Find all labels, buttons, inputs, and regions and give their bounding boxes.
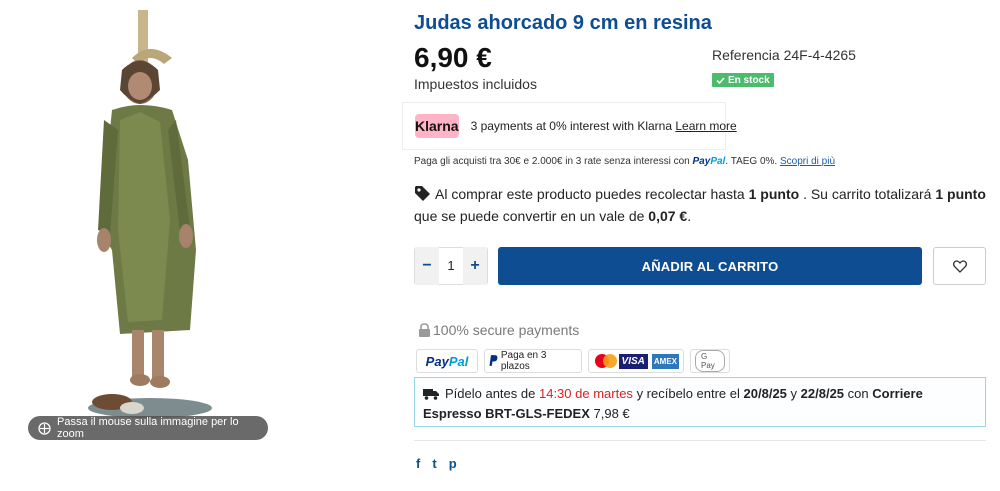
lock-icon <box>419 323 430 337</box>
klarna-message: 3 payments at 0% interest with Klarna Le… <box>471 119 737 133</box>
paypal-installments-text: Paga gli acquisti tra 30€ e 2.000€ in 3 … <box>414 156 690 167</box>
delivery-date-2: 22/8/25 <box>800 386 845 401</box>
stock-badge: En stock <box>712 73 774 87</box>
product-image-area[interactable]: Passa il mouse sulla immagine per lo zoo… <box>0 0 300 491</box>
paypal-installments-message: Paga gli acquisti tra 30€ e 2.000€ in 3 … <box>414 156 835 167</box>
card-methods: VISA AMEX <box>588 349 684 373</box>
delivery-and: y <box>790 386 798 401</box>
loyalty-text-1: Al comprar este producto puedes recolect… <box>435 186 745 202</box>
secure-payments: 100% secure payments <box>418 322 579 338</box>
loyalty-text-2: . Su carrito totalizará <box>803 186 932 202</box>
installments-label: Paga en 3 plazos <box>500 350 547 372</box>
truck-icon <box>423 389 439 400</box>
zoom-crosshair-icon <box>38 421 51 435</box>
klarna-text: 3 payments at 0% interest with Klarna <box>470 119 673 133</box>
delivery-cost: 7,98 € <box>593 406 630 421</box>
quantity-input[interactable]: 1 <box>439 248 463 284</box>
paypal-p-icon <box>489 355 498 366</box>
paypal-brand-b: Pal <box>710 156 726 167</box>
stock-label: En stock <box>728 74 770 86</box>
paypal-installments-method: Paga en 3 plazos <box>484 349 582 373</box>
wishlist-button[interactable] <box>933 247 986 285</box>
delivery-date-1: 20/8/25 <box>743 386 787 401</box>
price-tag-icon <box>415 186 430 201</box>
paypal-taeg-text: . TAEG 0%. <box>725 156 778 167</box>
product-title: Judas ahorcado 9 cm en resina <box>414 12 712 34</box>
visa-icon: VISA <box>618 353 648 369</box>
zoom-hint-text: Passa il mouse sulla immagine per lo zoo… <box>57 416 239 440</box>
paypal-method: PayPal <box>416 349 478 373</box>
paypal-learn-more-link[interactable]: Scopri di più <box>780 156 835 167</box>
twitter-icon[interactable]: t <box>432 456 436 471</box>
loyalty-points-2: 1 punto <box>935 186 986 202</box>
social-share: f t p <box>416 456 457 471</box>
loyalty-end: . <box>687 208 692 224</box>
klarna-learn-more-link[interactable]: Learn more <box>675 119 736 133</box>
delivery-text-1: Pídelo antes de <box>445 386 536 401</box>
klarna-widget: Klarna 3 payments at 0% interest with Kl… <box>402 102 737 150</box>
taxes-label: Impuestos incluidos <box>414 76 537 92</box>
paypal-logo: PayPal <box>425 353 469 369</box>
loyalty-points-message: Al comprar este producto puedes recolect… <box>414 183 986 227</box>
secure-payments-label: 100% secure payments <box>433 322 580 338</box>
delivery-deadline: 14:30 de martes <box>538 386 633 401</box>
divider <box>414 440 986 441</box>
quantity-stepper: − 1 + <box>414 247 488 285</box>
loyalty-voucher-value: 0,07 € <box>648 208 688 224</box>
paypal-brand-a: Pay <box>692 156 711 167</box>
mastercard-icon <box>593 353 617 369</box>
quantity-increase-button[interactable]: + <box>463 247 487 285</box>
amex-icon: AMEX <box>651 353 679 369</box>
product-price: 6,90 € <box>414 42 492 73</box>
loyalty-text-3: que se puede convertir en un vale de <box>414 208 645 224</box>
delivery-with: con <box>847 386 869 401</box>
google-pay-method: G Pay <box>690 349 730 373</box>
delivery-estimate: Pídelo antes de 14:30 de martes y recíbe… <box>414 377 986 427</box>
facebook-icon[interactable]: f <box>416 456 420 471</box>
loyalty-points-1: 1 punto <box>748 186 800 202</box>
zoom-hint: Passa il mouse sulla immagine per lo zoo… <box>28 416 268 440</box>
klarna-logo: Klarna <box>415 114 459 138</box>
check-icon <box>716 76 725 84</box>
pinterest-icon[interactable]: p <box>449 456 457 471</box>
payment-methods: PayPal Paga en 3 plazos VISA AMEX G Pay <box>416 349 730 373</box>
google-pay-icon: G Pay <box>695 350 725 372</box>
add-to-cart-button[interactable]: AÑADIR AL CARRITO <box>498 247 922 285</box>
delivery-text-2: y recíbelo entre el <box>636 386 740 401</box>
product-reference: Referencia 24F-4-4265 <box>712 47 856 63</box>
quantity-decrease-button[interactable]: − <box>415 247 439 285</box>
heart-icon <box>952 259 967 273</box>
